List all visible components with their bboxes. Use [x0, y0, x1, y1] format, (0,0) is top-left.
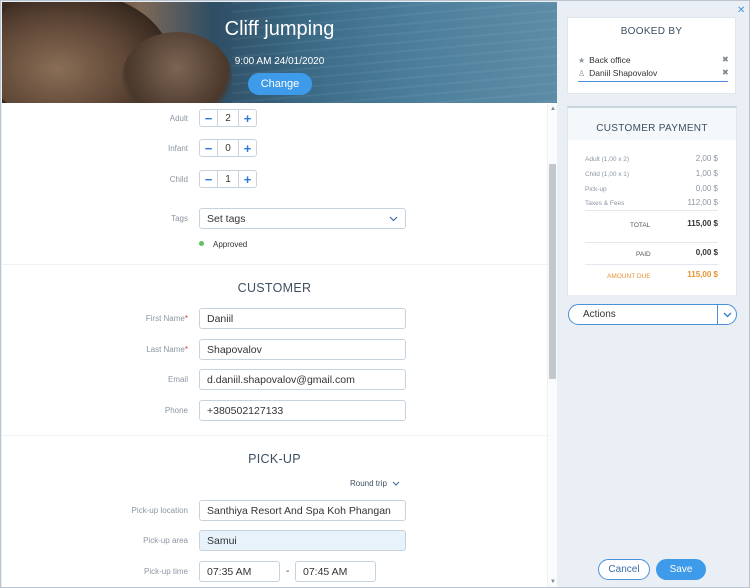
total-label: TOTAL — [630, 222, 651, 229]
email-field[interactable]: d.daniil.shapovalov@gmail.com — [199, 369, 406, 390]
customer-section-title: CUSTOMER — [237, 281, 312, 295]
child-price-label: Child (1,00 x 1) — [585, 171, 630, 178]
booked-by-input-underline[interactable] — [578, 81, 728, 82]
time-range-separator: - — [286, 566, 290, 577]
infant-increment-button[interactable]: + — [239, 140, 256, 156]
child-count[interactable]: 1 — [217, 171, 239, 187]
phone-field[interactable]: +380502127133 — [199, 400, 406, 421]
chevron-down-icon[interactable] — [717, 305, 736, 324]
taxes-label: Taxes & Fees — [585, 200, 625, 207]
pickup-area-field[interactable]: Samui — [199, 530, 406, 551]
close-icon[interactable]: ✕ — [737, 5, 745, 16]
divider — [585, 242, 718, 243]
pickup-location-field[interactable]: Santhiya Resort And Spa Koh Phangan — [199, 500, 406, 521]
adult-stepper: − 2 + — [199, 109, 257, 127]
booking-form-panel: Cliff jumping 9:00 AM 24/01/2020 Change … — [2, 2, 557, 587]
adult-decrement-button[interactable]: − — [200, 110, 217, 126]
child-increment-button[interactable]: + — [239, 171, 256, 187]
save-button[interactable]: Save — [656, 559, 706, 580]
infant-label: Infant — [167, 144, 188, 153]
form-scrollbar[interactable]: ▲ ▼ — [547, 104, 557, 587]
booking-window: Cliff jumping 9:00 AM 24/01/2020 Change … — [0, 0, 750, 588]
scroll-up-icon[interactable]: ▲ — [550, 106, 556, 112]
pickup-time-label: Pick-up time — [143, 567, 188, 576]
user-icon: ♙ — [578, 68, 586, 78]
last-name-field[interactable]: Shapovalov — [199, 339, 406, 360]
infant-stepper: − 0 + — [199, 139, 257, 157]
paid-value: 0,00 $ — [695, 248, 718, 257]
adult-increment-button[interactable]: + — [239, 110, 256, 126]
adult-price-value: 2,00 $ — [695, 154, 718, 163]
cancel-button[interactable]: Cancel — [598, 559, 650, 580]
booked-by-card: BOOKED BY ★ Back office ✖ ♙ Daniil Shapo… — [567, 17, 736, 94]
activity-header: Cliff jumping 9:00 AM 24/01/2020 Change — [2, 2, 557, 103]
child-label: Child — [169, 175, 188, 184]
approved-status-label: Approved — [213, 240, 248, 249]
approved-status-dot — [199, 241, 204, 246]
change-button[interactable]: Change — [248, 73, 312, 95]
total-value: 115,00 $ — [687, 219, 718, 228]
activity-datetime: 9:00 AM 24/01/2020 — [234, 56, 325, 67]
pickup-section-title: PICK-UP — [248, 452, 301, 466]
tags-select-value: Set tags — [207, 212, 246, 225]
divider — [585, 264, 718, 265]
divider — [585, 210, 718, 211]
booked-by-back-office: ★ Back office — [578, 55, 631, 65]
pickup-time-from-field[interactable]: 07:35 AM — [199, 561, 280, 582]
child-stepper: − 1 + — [199, 170, 257, 188]
adult-label: Adult — [169, 114, 188, 123]
email-label: Email — [167, 375, 188, 384]
amount-due-label: AMOUNT DUE — [607, 273, 651, 280]
remove-back-office-icon[interactable]: ✖ — [722, 55, 729, 64]
taxes-value: 112,00 $ — [687, 198, 718, 207]
child-decrement-button[interactable]: − — [200, 171, 217, 187]
first-name-label: First Name* — [145, 314, 188, 323]
divider — [2, 435, 547, 436]
actions-label: Actions — [583, 309, 616, 320]
paid-label: PAID — [636, 251, 651, 258]
scrollbar-thumb[interactable] — [549, 164, 556, 379]
customer-payment-title: CUSTOMER PAYMENT — [596, 123, 708, 134]
adult-count[interactable]: 2 — [217, 110, 239, 126]
chevron-down-icon — [392, 481, 400, 486]
phone-label: Phone — [164, 406, 188, 415]
customer-payment-card: CUSTOMER PAYMENT Adult (1,00 x 2) 2,00 $… — [567, 106, 737, 295]
infant-decrement-button[interactable]: − — [200, 140, 217, 156]
activity-title: Cliff jumping — [224, 18, 335, 40]
tags-label: Tags — [171, 214, 188, 223]
booked-by-user: ♙ Daniil Shapovalov — [578, 68, 658, 78]
trip-type-dropdown[interactable]: Round trip — [350, 479, 400, 488]
pickup-location-label: Pick-up location — [131, 506, 188, 515]
scroll-down-icon[interactable]: ▼ — [550, 579, 556, 585]
actions-dropdown[interactable]: Actions — [568, 304, 737, 325]
last-name-label: Last Name* — [146, 345, 188, 354]
pickup-time-to-field[interactable]: 07:45 AM — [295, 561, 376, 582]
first-name-field[interactable]: Daniil — [199, 308, 406, 329]
amount-due-value: 115,00 $ — [687, 270, 718, 279]
adult-price-label: Adult (1,00 x 2) — [585, 156, 630, 163]
remove-user-icon[interactable]: ✖ — [722, 68, 729, 77]
pickup-price-value: 0,00 $ — [695, 184, 718, 193]
chevron-down-icon — [389, 216, 398, 222]
trip-type-label: Round trip — [350, 479, 387, 488]
pickup-area-label: Pick-up area — [143, 536, 188, 545]
tags-select[interactable]: Set tags — [199, 208, 406, 229]
infant-count[interactable]: 0 — [217, 140, 239, 156]
divider — [2, 264, 547, 265]
star-icon: ★ — [578, 55, 586, 65]
pickup-price-label: Pick-up — [585, 186, 607, 193]
child-price-value: 1,00 $ — [695, 169, 718, 178]
booked-by-title: BOOKED BY — [620, 26, 683, 37]
